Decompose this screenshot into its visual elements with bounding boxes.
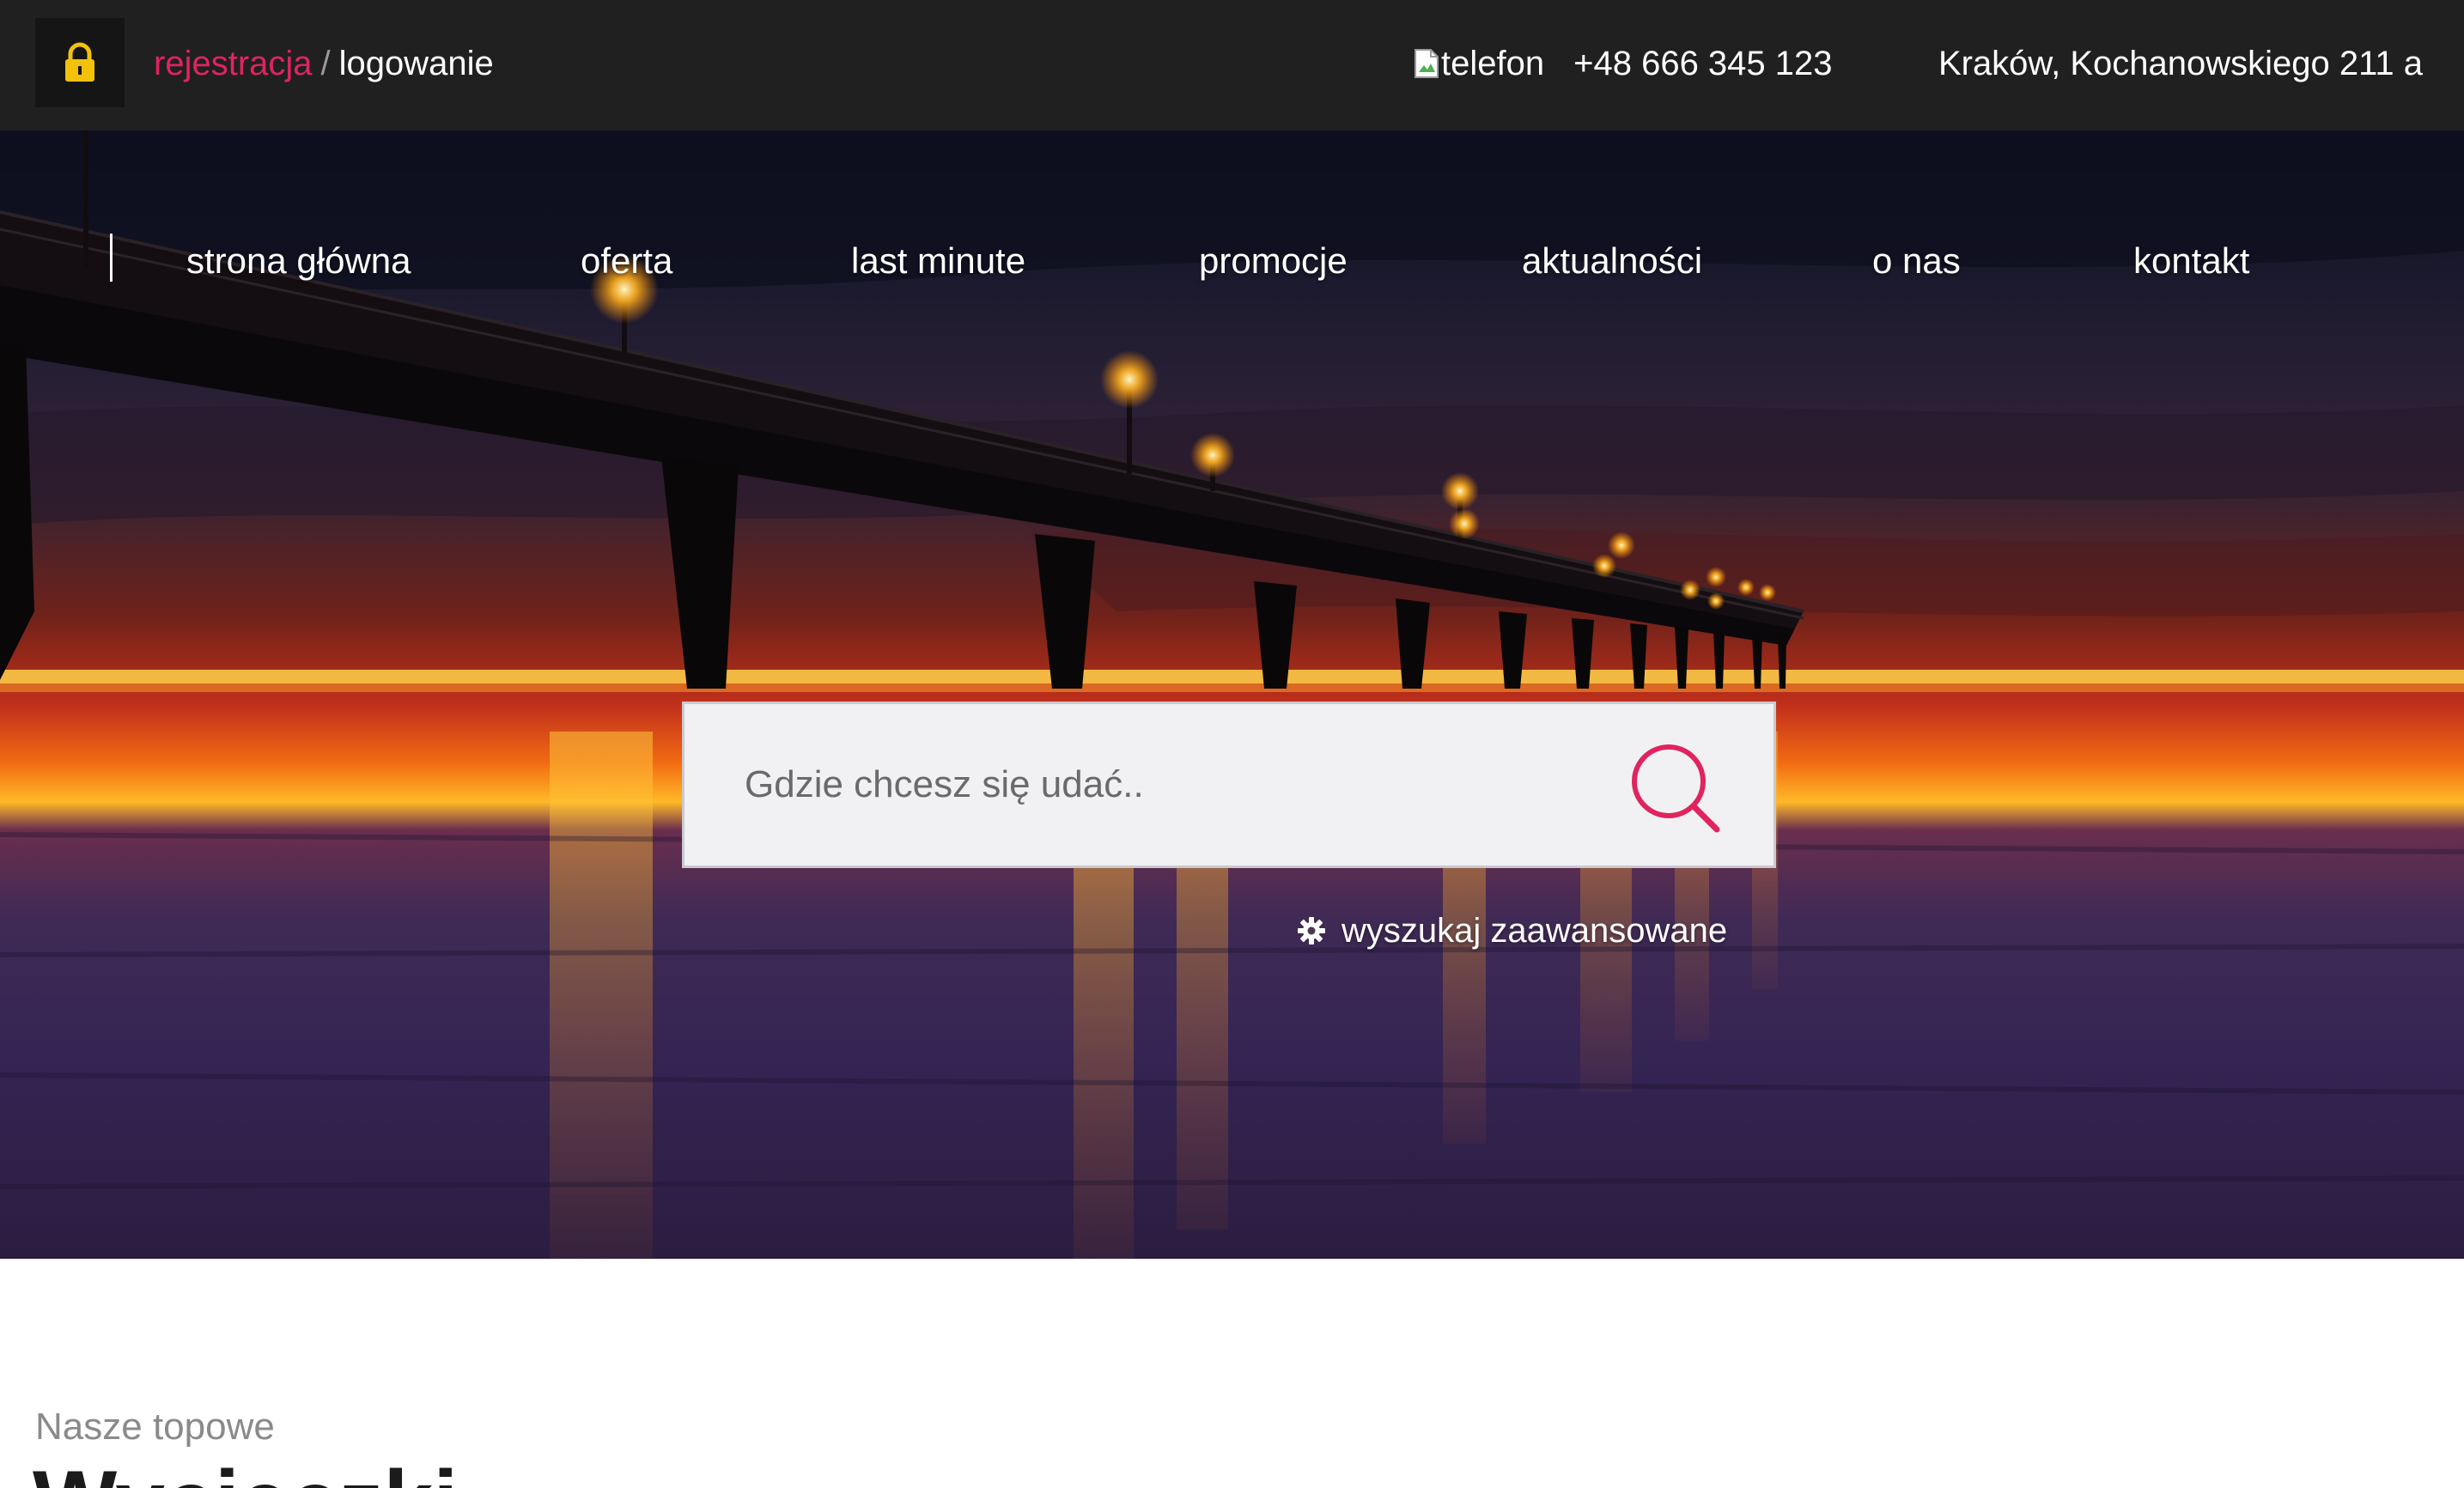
nav-item-oferta[interactable]: oferta [581, 237, 672, 285]
phone-contact: telefon +48 666 345 123 [1414, 39, 1833, 88]
account-lock-button[interactable] [35, 18, 125, 107]
broken-image-icon [1415, 49, 1439, 78]
lock-icon [65, 42, 94, 82]
destination-search-input[interactable] [684, 704, 1595, 865]
search-button[interactable] [1627, 740, 1722, 835]
register-link[interactable]: rejestracja [154, 45, 313, 82]
hero-banner: strona główna oferta last minute promocj… [0, 131, 2464, 1259]
auth-separator: / [320, 45, 331, 82]
nav-item-aktualnosci[interactable]: aktualności [1522, 237, 1702, 285]
section-subtitle: Nasze topowe [35, 1406, 275, 1448]
search-icon [1632, 744, 1720, 833]
main-navigation: strona główna oferta last minute promocj… [0, 234, 2464, 294]
nav-item-promocje[interactable]: promocje [1199, 237, 1348, 285]
section-title: Wycieczki [33, 1451, 458, 1488]
nav-item-kontakt[interactable]: kontakt [2133, 237, 2249, 285]
login-link[interactable]: logowanie [339, 45, 494, 82]
phone-image-alt-text: telefon [1441, 45, 1545, 82]
nav-item-strona-glowna[interactable]: strona główna [186, 237, 411, 285]
address-text: Kraków, Kochanowskiego 211 a [1938, 45, 2423, 82]
top-bar: rejestracja / logowanie telefon +48 666 34… [0, 0, 2464, 131]
hero-pier-sunset-image [0, 131, 2464, 1259]
phone-image-broken: telefon [1414, 39, 1544, 88]
phone-number[interactable]: +48 666 345 123 [1573, 39, 1832, 88]
advanced-search-label: wyszukaj zaawansowane [1342, 912, 1728, 950]
gear-icon [1297, 916, 1326, 945]
auth-links: rejestracja / logowanie [154, 39, 494, 88]
destination-search-box [682, 701, 1776, 868]
nav-item-last-minute[interactable]: last minute [851, 237, 1025, 285]
advanced-search-link[interactable]: wyszukaj zaawansowane [1297, 907, 1727, 955]
nav-divider [110, 234, 113, 282]
nav-item-o-nas[interactable]: o nas [1872, 237, 1961, 285]
